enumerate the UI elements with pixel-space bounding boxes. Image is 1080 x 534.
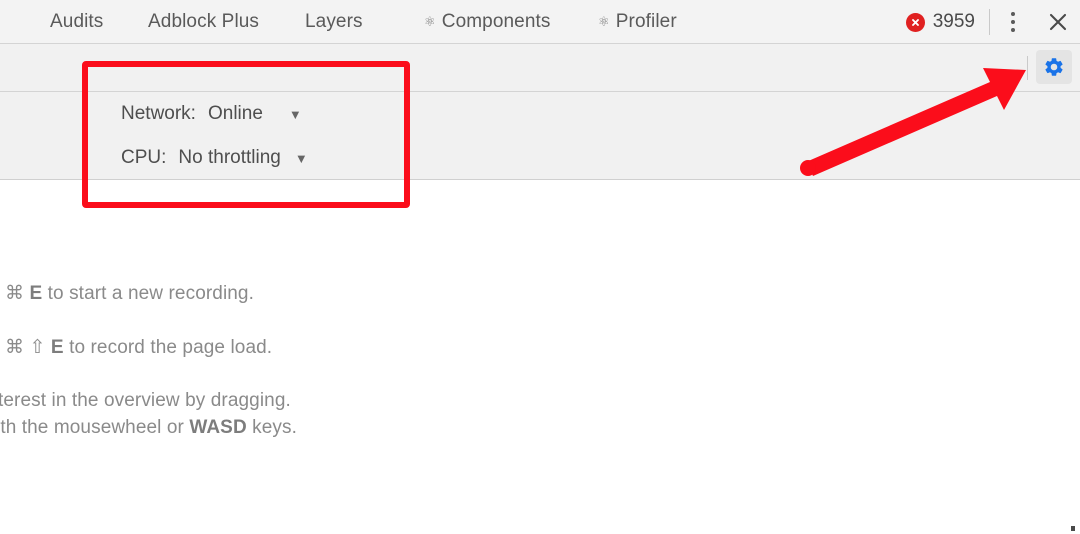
command-key-glyph: ⌘ [5, 337, 25, 358]
network-throttling-select[interactable]: Online [208, 103, 263, 125]
capture-settings-gear-button[interactable] [1036, 50, 1072, 84]
cpu-throttling-label: CPU: [121, 147, 167, 168]
chevron-down-icon[interactable]: ▼ [295, 152, 308, 165]
toolbar-divider [1027, 56, 1028, 80]
hint-zoom: ith the mousewheel or WASD keys. [0, 417, 297, 439]
shift-key-glyph: ⇧ [29, 337, 46, 358]
hint-select-range: terest in the overview by dragging. [0, 390, 291, 411]
tab-audits[interactable]: Audits [50, 0, 103, 44]
hint-zoom-text-before: ith the mousewheel or [0, 417, 190, 438]
chevron-down-icon[interactable]: ▼ [289, 108, 302, 121]
hint-new-recording-text: to start a new recording. [42, 283, 254, 304]
tab-layers[interactable]: Layers [305, 0, 363, 44]
network-throttling-label: Network: [121, 103, 196, 124]
tab-profiler-label: Profiler [615, 10, 677, 32]
performance-empty-state: ⌘ E to start a new recording. ⌘ ⇧ E to r… [0, 181, 1080, 534]
cpu-throttling-select[interactable]: No throttling [178, 147, 280, 169]
react-atom-icon: ⚛ [424, 14, 436, 29]
tab-components[interactable]: ⚛ Components [424, 0, 551, 44]
tab-bar-right-controls: 3959 [905, 0, 1080, 44]
error-count-label: 3959 [932, 11, 975, 32]
error-count-badge[interactable]: 3959 [905, 11, 989, 33]
tab-layers-label: Layers [305, 10, 363, 32]
hint-page-load-text: to record the page load. [63, 337, 273, 358]
react-atom-icon: ⚛ [598, 14, 610, 29]
kebab-dot [1011, 20, 1015, 24]
hint-zoom-text-after: keys. [246, 417, 298, 438]
close-icon[interactable] [1036, 0, 1080, 44]
error-circle-icon [905, 12, 925, 32]
tab-components-label: Components [441, 10, 551, 32]
kebab-dot [1011, 12, 1015, 16]
kebab-menu-icon[interactable] [990, 0, 1036, 44]
kebab-dot [1011, 28, 1015, 32]
hint-new-recording: ⌘ E to start a new recording. [5, 282, 254, 305]
devtools-tab-bar: ty Audits Adblock Plus Layers ⚛ Componen… [0, 0, 1080, 44]
shortcut-key: E [29, 283, 43, 304]
tab-audits-label: Audits [50, 10, 104, 32]
cpu-throttling-row: CPU: No throttling ▼ [121, 147, 308, 169]
shortcut-key: E [50, 337, 64, 358]
tab-adblock-plus-label: Adblock Plus [148, 10, 260, 32]
corner-mark [1071, 526, 1075, 531]
throttling-controls: Network: Online ▼ CPU: No throttling ▼ [0, 92, 1080, 180]
performance-toolbar [0, 44, 1080, 92]
hint-page-load: ⌘ ⇧ E to record the page load. [5, 336, 272, 359]
hint-zoom-keys: WASD [189, 417, 247, 438]
tab-adblock-plus[interactable]: Adblock Plus [148, 0, 259, 44]
gear-icon [1045, 58, 1063, 76]
network-throttling-row: Network: Online ▼ [121, 103, 302, 125]
tab-profiler[interactable]: ⚛ Profiler [598, 0, 677, 44]
command-key-glyph: ⌘ [5, 283, 25, 304]
